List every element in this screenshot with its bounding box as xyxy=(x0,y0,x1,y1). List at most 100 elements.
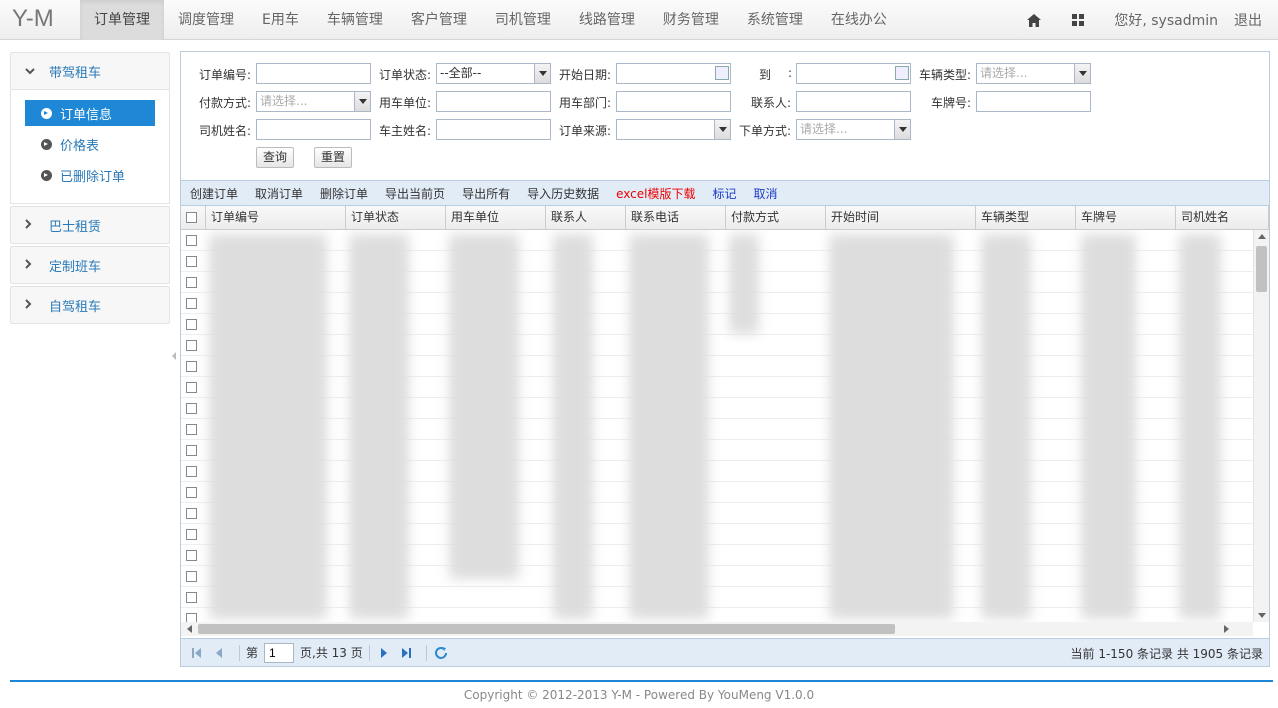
row-checkbox[interactable] xyxy=(186,234,197,246)
calendar-icon[interactable] xyxy=(715,66,729,80)
query-button[interactable]: 查询 xyxy=(256,147,295,168)
sidebar-item-price-list[interactable]: 价格表 xyxy=(25,131,155,157)
export-current-page-button[interactable]: 导出当前页 xyxy=(385,185,445,202)
sidebar-item-deleted-orders[interactable]: 已删除订单 xyxy=(25,162,155,188)
order-way-select[interactable]: 请选择... xyxy=(796,119,911,140)
last-page-icon[interactable] xyxy=(398,645,414,661)
scroll-down-icon[interactable] xyxy=(1258,613,1266,618)
page-number-input[interactable] xyxy=(264,642,295,663)
col-order-no[interactable]: 订单编号 xyxy=(206,206,346,230)
row-checkbox[interactable] xyxy=(186,297,197,309)
sidebar-item-order-info[interactable]: 订单信息 xyxy=(25,100,155,126)
user-greeting: 您好, sysadmin xyxy=(1114,13,1218,29)
owner-input[interactable] xyxy=(436,119,551,140)
nav-vehicle-management[interactable]: 车辆管理 xyxy=(313,0,397,40)
row-checkbox[interactable] xyxy=(186,318,197,330)
scroll-up-icon[interactable] xyxy=(1258,234,1266,239)
next-page-icon[interactable] xyxy=(376,645,392,661)
grid-icon[interactable] xyxy=(1056,0,1100,40)
sidebar-collapse-handle[interactable] xyxy=(172,352,176,360)
first-page-icon[interactable] xyxy=(189,645,205,661)
row-checkbox[interactable] xyxy=(186,402,197,414)
row-checkbox[interactable] xyxy=(186,591,197,603)
row-checkbox[interactable] xyxy=(186,339,197,351)
export-all-button[interactable]: 导出所有 xyxy=(462,185,510,202)
use-unit-input[interactable] xyxy=(436,91,551,112)
row-checkbox[interactable] xyxy=(186,528,197,540)
nav-online-office[interactable]: 在线办公 xyxy=(817,0,901,40)
horizontal-scrollbar[interactable] xyxy=(181,622,1253,636)
nav-system-management[interactable]: 系统管理 xyxy=(733,0,817,40)
vertical-scrollbar[interactable] xyxy=(1253,230,1269,622)
col-contact-phone[interactable]: 联系电话 xyxy=(626,206,726,230)
sidebar-group-chauffeured-rental[interactable]: 带驾租车 xyxy=(10,52,170,90)
row-checkbox[interactable] xyxy=(186,444,197,456)
row-checkbox[interactable] xyxy=(186,486,197,498)
select-all-checkbox[interactable] xyxy=(186,212,197,223)
reset-button[interactable]: 重置 xyxy=(314,147,353,168)
nav-driver-management[interactable]: 司机管理 xyxy=(481,0,565,40)
mark-button[interactable]: 标记 xyxy=(712,185,736,202)
col-use-unit[interactable]: 用车单位 xyxy=(446,206,546,230)
chevron-down-icon xyxy=(25,65,39,78)
col-contact[interactable]: 联系人 xyxy=(546,206,626,230)
vehicle-type-select[interactable]: 请选择... xyxy=(976,63,1091,84)
main-nav: 订单管理 调度管理 E用车 车辆管理 客户管理 司机管理 线路管理 财务管理 系… xyxy=(80,0,901,40)
col-pay-method[interactable]: 付款方式 xyxy=(726,206,826,230)
order-status-select[interactable]: --全部-- xyxy=(436,63,551,84)
row-checkbox[interactable] xyxy=(186,549,197,561)
pager-separator xyxy=(368,644,370,661)
row-checkbox[interactable] xyxy=(186,276,197,288)
scroll-left-icon[interactable] xyxy=(187,625,192,633)
nav-order-management[interactable]: 订单管理 xyxy=(80,0,164,40)
row-checkbox[interactable] xyxy=(186,423,197,435)
nav-route-management[interactable]: 线路管理 xyxy=(565,0,649,40)
row-checkbox[interactable] xyxy=(186,507,197,519)
end-date-input[interactable] xyxy=(796,63,911,84)
row-checkbox[interactable] xyxy=(186,612,197,622)
order-no-input[interactable] xyxy=(256,63,371,84)
excel-template-download-link[interactable]: excel模版下载 xyxy=(616,185,695,202)
sidebar-group-custom-shuttle[interactable]: 定制班车 xyxy=(10,246,170,284)
col-start-time[interactable]: 开始时间 xyxy=(826,206,976,230)
use-dept-input[interactable] xyxy=(616,91,731,112)
row-checkbox[interactable] xyxy=(186,465,197,477)
col-plate[interactable]: 车牌号 xyxy=(1076,206,1176,230)
nav-e-car[interactable]: E用车 xyxy=(248,0,313,40)
import-history-button[interactable]: 导入历史数据 xyxy=(527,185,599,202)
row-checkbox[interactable] xyxy=(186,381,197,393)
start-date-input[interactable] xyxy=(616,63,731,84)
scroll-thumb[interactable] xyxy=(198,624,895,634)
row-checkbox[interactable] xyxy=(186,360,197,372)
contact-input[interactable] xyxy=(796,91,911,112)
brand-logo[interactable]: Y-M xyxy=(12,5,54,33)
order-status-value: --全部-- xyxy=(440,66,482,80)
sidebar-group-bus-rental[interactable]: 巴士租赁 xyxy=(10,206,170,244)
logout-link[interactable]: 退出 xyxy=(1232,10,1278,30)
prev-page-icon[interactable] xyxy=(211,645,227,661)
col-vehicle-type[interactable]: 车辆类型 xyxy=(976,206,1076,230)
nav-dispatch-management[interactable]: 调度管理 xyxy=(164,0,248,40)
cancel-order-button[interactable]: 取消订单 xyxy=(255,185,303,202)
pager-separator xyxy=(239,644,240,661)
scroll-right-icon[interactable] xyxy=(1224,625,1229,633)
row-checkbox[interactable] xyxy=(186,255,197,267)
unmark-button[interactable]: 取消 xyxy=(754,185,778,202)
pay-method-select[interactable]: 请选择... xyxy=(256,91,371,112)
row-checkbox[interactable] xyxy=(186,570,197,582)
delete-order-button[interactable]: 删除订单 xyxy=(320,185,368,202)
col-driver[interactable]: 司机姓名 xyxy=(1176,206,1269,230)
nav-finance-management[interactable]: 财务管理 xyxy=(649,0,733,40)
source-select[interactable] xyxy=(616,119,731,140)
driver-input[interactable] xyxy=(256,119,371,140)
nav-customer-management[interactable]: 客户管理 xyxy=(397,0,481,40)
refresh-icon[interactable] xyxy=(433,645,449,661)
home-icon[interactable] xyxy=(1012,0,1056,40)
plate-input[interactable] xyxy=(976,91,1091,112)
sidebar-group-self-drive[interactable]: 自驾租车 xyxy=(10,286,170,324)
col-order-status[interactable]: 订单状态 xyxy=(346,206,446,230)
pager: 第 页,共 13 页 当前 1-150 条记录 共 1905 条记录 xyxy=(181,638,1269,666)
calendar-icon[interactable] xyxy=(895,66,909,80)
scroll-thumb[interactable] xyxy=(1256,246,1267,292)
create-order-button[interactable]: 创建订单 xyxy=(190,185,238,202)
